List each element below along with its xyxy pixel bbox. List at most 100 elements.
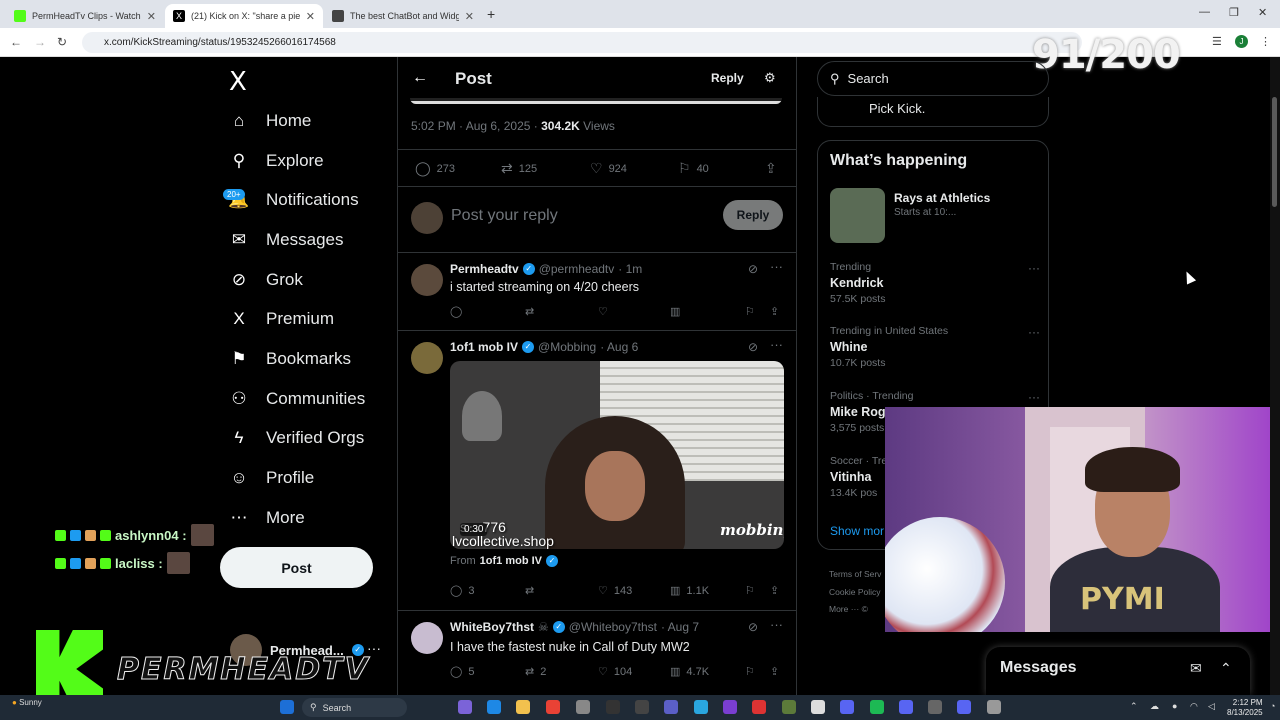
footer-link[interactable]: Terms of Serv bbox=[829, 569, 881, 579]
heart-icon[interactable]: ♡ bbox=[598, 305, 608, 318]
trend-item[interactable]: Trending Kendrick 57.5K posts ··· bbox=[830, 261, 1040, 305]
nav-item-more[interactable]: ⋯ More bbox=[229, 508, 305, 528]
event-thumbnail[interactable] bbox=[830, 188, 885, 243]
repost-icon[interactable]: ⇄ bbox=[525, 305, 534, 318]
reply-tweet[interactable]: 1of1 mob IV ✓ @Mobbing · Aug 6 ⊘ ··· s .… bbox=[398, 332, 796, 611]
app-icon[interactable] bbox=[987, 700, 1001, 714]
cloud-icon[interactable]: ☁ bbox=[1150, 701, 1159, 712]
taskbar-search[interactable]: ⚲ Search bbox=[302, 698, 407, 717]
tweet-time[interactable]: · Aug 7 bbox=[661, 620, 699, 634]
forward-arrow-icon[interactable]: → bbox=[34, 35, 46, 49]
footer-link[interactable]: More ··· © bbox=[829, 604, 868, 614]
reply-button[interactable]: Reply bbox=[723, 200, 783, 230]
page-scrollbar[interactable] bbox=[1270, 57, 1280, 695]
more-dots-icon[interactable]: ··· bbox=[770, 337, 783, 352]
new-tab-button[interactable]: + bbox=[487, 6, 495, 22]
reply-input[interactable]: Post your reply bbox=[451, 207, 558, 225]
more-dots-icon[interactable]: ··· bbox=[1028, 261, 1040, 275]
teams-icon[interactable] bbox=[664, 700, 678, 714]
bookmark-icon[interactable]: ⚐ bbox=[745, 305, 755, 318]
volume-icon[interactable]: ◁ bbox=[1208, 701, 1215, 712]
file-explorer-icon[interactable] bbox=[516, 700, 530, 714]
reply-action[interactable]: ◯ 3 bbox=[450, 584, 474, 598]
close-tab-icon[interactable]: ✕ bbox=[465, 10, 474, 23]
nav-item-premium[interactable]: X Premium bbox=[229, 309, 334, 329]
nav-item-grok[interactable]: ⊘ Grok bbox=[229, 270, 303, 290]
browser-menu-icon[interactable]: ⋮ bbox=[1260, 35, 1271, 48]
scrollbar-thumb[interactable] bbox=[1272, 97, 1277, 207]
repost-action[interactable]: ⇄ 125 bbox=[501, 160, 537, 177]
grok-icon[interactable]: ⊘ bbox=[748, 340, 758, 354]
views-action[interactable]: ▥ 1.1K bbox=[670, 584, 709, 598]
back-arrow-icon[interactable]: ← bbox=[10, 35, 22, 49]
sliders-icon[interactable]: ⚙ bbox=[764, 70, 776, 86]
nav-item-home[interactable]: ⌂ Home bbox=[229, 111, 312, 131]
app-icon[interactable] bbox=[694, 700, 708, 714]
repost-icon[interactable]: ⇄ bbox=[525, 584, 534, 597]
start-menu-icon[interactable] bbox=[280, 700, 294, 714]
nav-item-notifications[interactable]: 🔔Notifications bbox=[228, 190, 358, 210]
author-name[interactable]: Permheadtv bbox=[450, 262, 519, 276]
weather-widget[interactable]: ● Sunny bbox=[12, 698, 42, 707]
nav-item-bookmarks[interactable]: ⚑ Bookmarks bbox=[229, 349, 351, 369]
video-player[interactable]: s ...776 lvcollective.shop 0:30 mobbing bbox=[450, 361, 784, 549]
event-title[interactable]: Rays at Athletics bbox=[894, 191, 990, 205]
author-name[interactable]: WhiteBoy7thst bbox=[450, 620, 534, 634]
grok-icon[interactable]: ⊘ bbox=[748, 620, 758, 634]
bookmark-action[interactable]: ⚐ 40 bbox=[678, 160, 709, 177]
expand-chevron-icon[interactable]: ⌃ bbox=[1220, 660, 1232, 677]
like-action[interactable]: ♡ 143 bbox=[598, 584, 632, 598]
views-chart-icon[interactable]: ▥ bbox=[670, 305, 680, 318]
author-handle[interactable]: @Mobbing bbox=[538, 340, 596, 354]
more-dots-icon[interactable]: ··· bbox=[770, 259, 783, 274]
author-handle[interactable]: @permheadtv bbox=[539, 262, 615, 276]
mic-icon[interactable]: ● bbox=[1172, 701, 1177, 711]
taskbar-clock[interactable]: 2:12 PM 8/13/2025 bbox=[1227, 698, 1263, 718]
new-message-icon[interactable]: ✉ bbox=[1190, 660, 1202, 677]
nav-item-explore[interactable]: ⚲ Explore bbox=[229, 151, 324, 171]
nav-item-messages[interactable]: ✉ Messages bbox=[229, 230, 344, 250]
share-action[interactable]: ⇪ bbox=[765, 160, 777, 177]
reply-action[interactable]: ◯ 273 bbox=[415, 160, 455, 177]
chrome-icon[interactable] bbox=[546, 700, 560, 714]
messages-drawer[interactable]: Messages ✉ ⌃ bbox=[986, 647, 1250, 695]
app-icon[interactable] bbox=[957, 700, 971, 714]
notepad-icon[interactable] bbox=[811, 700, 825, 714]
like-action[interactable]: ♡ 924 bbox=[590, 160, 627, 177]
close-tab-icon[interactable]: ✕ bbox=[147, 10, 156, 23]
post-button[interactable]: Post bbox=[220, 547, 373, 588]
tweet-time[interactable]: · Aug 6 bbox=[600, 340, 638, 354]
share-icon[interactable]: ⇪ bbox=[770, 665, 779, 678]
show-more-link[interactable]: Show mor bbox=[830, 524, 884, 538]
nav-item-verified-orgs[interactable]: ϟ Verified Orgs bbox=[229, 428, 365, 448]
more-dots-icon[interactable]: ··· bbox=[1028, 325, 1040, 339]
reply-action[interactable]: ◯ 5 bbox=[450, 665, 474, 679]
app-icon[interactable] bbox=[576, 700, 590, 714]
close-tab-icon[interactable]: ✕ bbox=[306, 10, 315, 23]
repost-action[interactable]: ⇄ 2 bbox=[525, 665, 546, 679]
author-name[interactable]: 1of1 mob IV bbox=[450, 340, 518, 354]
search-input[interactable]: ⚲ Search bbox=[817, 61, 1049, 96]
nav-item-profile[interactable]: ☺ Profile bbox=[229, 468, 314, 488]
bookmark-icon[interactable]: ⚐ bbox=[745, 584, 755, 597]
browser-tab-kick[interactable]: PermHeadTv Clips - Watch Live ✕ bbox=[6, 4, 164, 28]
views-action[interactable]: ▥ 4.7K bbox=[670, 665, 709, 679]
extensions-icon[interactable]: ☰ bbox=[1212, 35, 1222, 48]
footer-link[interactable]: Cookie Policy bbox=[829, 587, 881, 597]
browser-tab-x[interactable]: X (21) Kick on X: "share a piece of ✕ bbox=[165, 4, 323, 28]
grok-icon[interactable]: ⊘ bbox=[748, 262, 758, 276]
app-icon[interactable] bbox=[723, 700, 737, 714]
notification-bell-icon[interactable]: ◔ bbox=[1270, 701, 1275, 711]
app-icon[interactable] bbox=[928, 700, 942, 714]
back-arrow-icon[interactable]: ← bbox=[412, 69, 428, 87]
discord-icon[interactable] bbox=[899, 700, 913, 714]
tweet-time[interactable]: · 1m bbox=[618, 262, 642, 276]
share-icon[interactable]: ⇪ bbox=[770, 305, 779, 318]
wifi-icon[interactable]: ◠ bbox=[1190, 701, 1198, 712]
profile-avatar[interactable]: J bbox=[1235, 35, 1248, 48]
tray-chevron-icon[interactable]: ⌃ bbox=[1130, 701, 1138, 712]
app-icon[interactable] bbox=[752, 700, 766, 714]
minimize-icon[interactable]: — bbox=[1199, 6, 1210, 18]
source-name[interactable]: 1of1 mob IV bbox=[480, 555, 542, 567]
close-window-icon[interactable]: ✕ bbox=[1258, 6, 1267, 19]
